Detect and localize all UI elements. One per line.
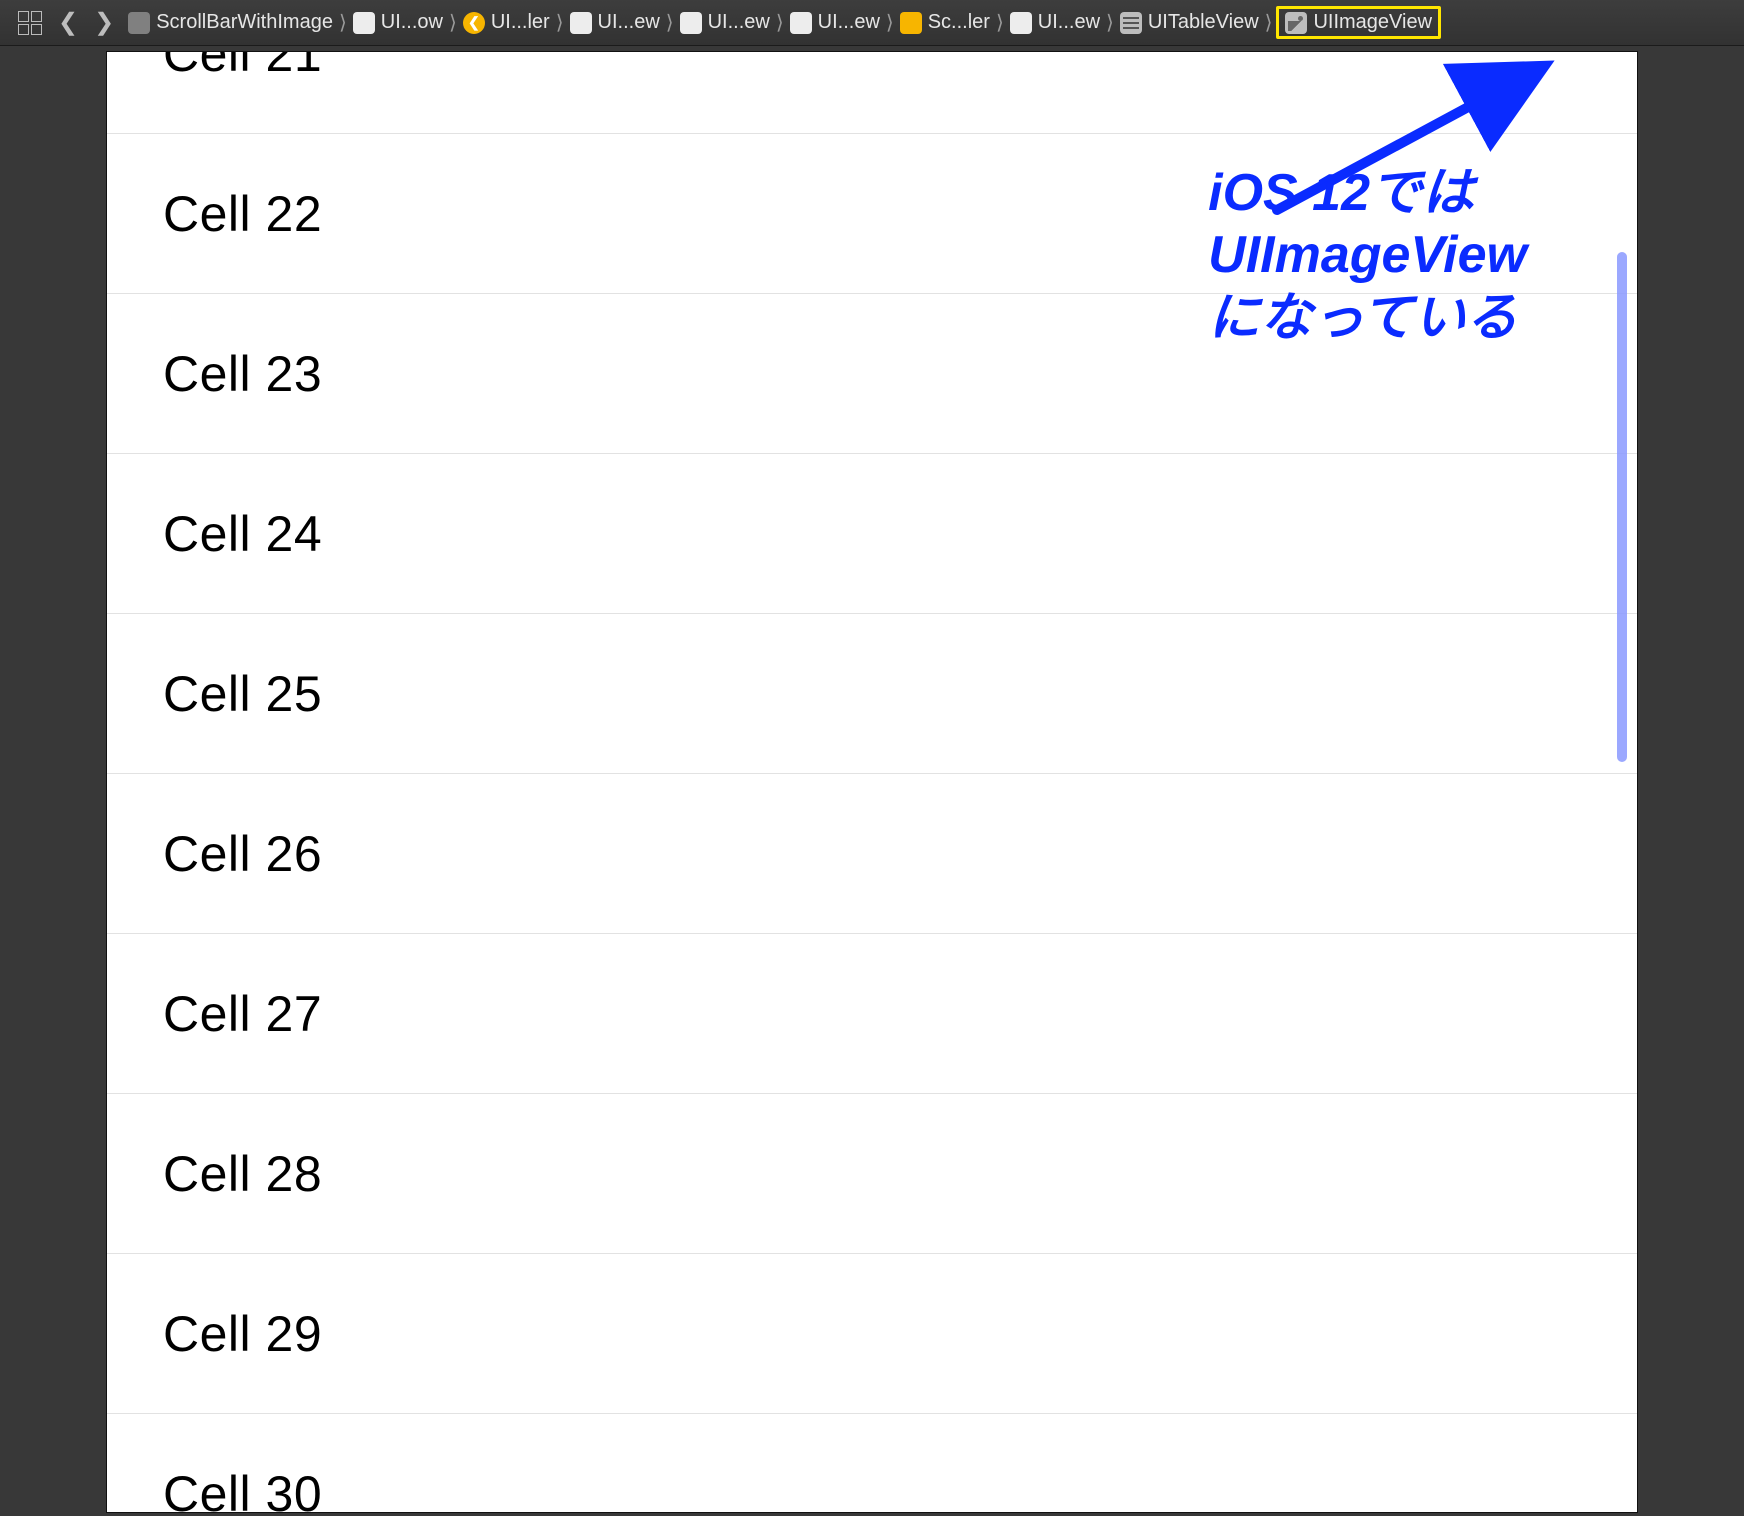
crumb-label: ScrollBarWithImage [156,11,333,34]
crumb-view-3[interactable]: UI...ew [786,11,884,34]
scroll-indicator[interactable] [1617,252,1627,762]
nav-group: ❮ ❯ [8,11,124,35]
crumb-uiimageview[interactable]: UIImageView [1276,6,1441,39]
table-row[interactable]: Cell 24 [107,454,1637,614]
view-icon [1010,12,1032,34]
table-row[interactable]: Cell 21 [107,52,1637,134]
chevron-right-icon: ⟩ [774,10,786,35]
app-icon [128,12,150,34]
view-icon [570,12,592,34]
crumb-label: UI...ew [818,11,880,34]
table-row[interactable]: Cell 29 [107,1254,1637,1414]
back-button[interactable]: ❮ [58,11,78,35]
crumb-uiwindow[interactable]: UI...ow [349,11,447,34]
table-row[interactable]: Cell 26 [107,774,1637,934]
view-icon [353,12,375,34]
tableview-icon [1120,12,1142,34]
chevron-right-icon: ⟩ [994,10,1006,35]
controller-icon [900,12,922,34]
crumb-view-2[interactable]: UI...ew [676,11,774,34]
cell-label: Cell 21 [163,52,322,83]
table-row[interactable]: Cell 25 [107,614,1637,774]
cell-label: Cell 28 [163,1145,322,1203]
cell-label: Cell 30 [163,1465,322,1513]
cell-label: Cell 23 [163,345,322,403]
cell-label: Cell 22 [163,185,322,243]
crumb-controller-2[interactable]: Sc...ler [896,11,994,34]
chevron-right-icon: ⟩ [1263,10,1275,35]
chevron-right-icon: ⟩ [554,10,566,35]
crumb-label: UI...ow [381,11,443,34]
chevron-right-icon: ⟩ [1104,10,1116,35]
forward-button[interactable]: ❯ [94,11,114,35]
annotation-line: iOS 12では [1208,162,1527,224]
chevron-right-icon: ⟩ [664,10,676,35]
jump-bar: ❮ ❯ ScrollBarWithImage ⟩ UI...ow ⟩ ❮ UI.… [0,0,1744,46]
controller-icon: ❮ [463,12,485,34]
crumb-scrollbarwithimage[interactable]: ScrollBarWithImage [124,11,337,34]
crumb-label: UI...ler [491,11,550,34]
crumb-uitableview[interactable]: UITableView [1116,11,1263,34]
annotation-text: iOS 12では UIImageView になっている [1208,162,1527,349]
related-items-icon[interactable] [18,11,42,35]
crumb-label: UITableView [1148,11,1259,34]
imageview-icon [1285,12,1307,34]
crumb-label: UI...ew [1038,11,1100,34]
xcode-view-debugger: ❮ ❯ ScrollBarWithImage ⟩ UI...ow ⟩ ❮ UI.… [0,0,1744,1516]
debugger-canvas[interactable]: Cell 21 Cell 22 Cell 23 Cell 24 Cell 25 … [0,46,1744,1516]
cell-label: Cell 24 [163,505,322,563]
annotation-line: になっている [1208,287,1527,349]
chevron-right-icon: ⟩ [447,10,459,35]
table-row[interactable]: Cell 27 [107,934,1637,1094]
chevron-right-icon: ⟩ [884,10,896,35]
crumb-view-4[interactable]: UI...ew [1006,11,1104,34]
crumb-label: Sc...ler [928,11,990,34]
cell-label: Cell 26 [163,825,322,883]
chevron-right-icon: ⟩ [337,10,349,35]
table-row[interactable]: Cell 28 [107,1094,1637,1254]
crumb-view-1[interactable]: UI...ew [566,11,664,34]
cell-label: Cell 25 [163,665,322,723]
view-icon [790,12,812,34]
table-row[interactable]: Cell 30 [107,1414,1637,1512]
crumb-label: UI...ew [708,11,770,34]
breadcrumb-path: ScrollBarWithImage ⟩ UI...ow ⟩ ❮ UI...le… [124,6,1736,39]
annotation-line: UIImageView [1208,224,1527,286]
crumb-controller-1[interactable]: ❮ UI...ler [459,11,554,34]
simulator-screen: Cell 21 Cell 22 Cell 23 Cell 24 Cell 25 … [107,52,1637,1512]
crumb-label: UIImageView [1313,11,1432,34]
cell-label: Cell 29 [163,1305,322,1363]
crumb-label: UI...ew [598,11,660,34]
cell-label: Cell 27 [163,985,322,1043]
view-icon [680,12,702,34]
